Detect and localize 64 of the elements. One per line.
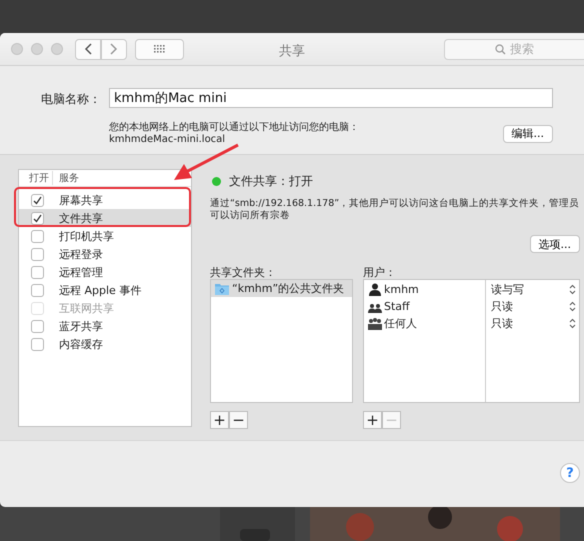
service-label: 打印机共享 bbox=[59, 228, 114, 244]
local-address: kmhmdeMac-mini.local bbox=[109, 134, 226, 146]
checkbox[interactable] bbox=[31, 230, 44, 242]
edit-button[interactable]: 编辑... bbox=[502, 124, 553, 142]
options-button[interactable]: 选项... bbox=[530, 235, 580, 253]
permission-select[interactable]: 读与写 bbox=[486, 281, 579, 298]
folder-name: “kmhm”的公共文件夹 bbox=[232, 281, 344, 296]
service-label: 屏幕共享 bbox=[59, 192, 103, 208]
search-icon bbox=[495, 44, 506, 54]
service-label: 远程管理 bbox=[59, 264, 103, 280]
address-hint: 您的本地网络上的电脑可以通过以下地址访问您的电脑： bbox=[109, 122, 359, 134]
close-button[interactable] bbox=[11, 43, 23, 55]
chevron-right-icon bbox=[110, 43, 118, 55]
checkbox[interactable] bbox=[31, 284, 44, 296]
service-label: 内容缓存 bbox=[59, 336, 103, 352]
permission-select[interactable]: 只读 bbox=[486, 298, 579, 315]
service-label: 文件共享 bbox=[59, 210, 103, 226]
checkbox[interactable] bbox=[31, 266, 44, 278]
column-header: 服务 bbox=[58, 172, 80, 185]
permission-select[interactable]: 只读 bbox=[486, 315, 579, 332]
service-row[interactable]: 远程管理 bbox=[19, 263, 191, 281]
add-button[interactable]: + bbox=[210, 411, 229, 429]
column-header: 打开 bbox=[19, 171, 53, 185]
minimize-button[interactable] bbox=[31, 43, 43, 55]
add-button[interactable]: + bbox=[363, 411, 382, 429]
service-row[interactable]: 远程登录 bbox=[19, 245, 191, 263]
checkbox[interactable] bbox=[31, 338, 44, 350]
show-all-button[interactable] bbox=[135, 38, 184, 60]
user-name: kmhm bbox=[384, 283, 419, 296]
remove-button[interactable]: − bbox=[229, 411, 248, 429]
group-icon bbox=[368, 317, 382, 330]
window-title: 共享 bbox=[278, 43, 306, 60]
service-row[interactable]: 蓝牙共享 bbox=[19, 317, 191, 335]
checkbox[interactable] bbox=[31, 248, 44, 260]
status-text: 文件共享：打开 bbox=[229, 173, 313, 190]
computer-name-field[interactable]: kmhm的Mac mini bbox=[109, 88, 553, 108]
computer-name-label: 电脑名称： bbox=[40, 91, 101, 108]
checkbox[interactable] bbox=[31, 212, 44, 224]
user-name: Staff bbox=[384, 300, 410, 313]
back-button[interactable] bbox=[75, 38, 101, 60]
checkbox[interactable] bbox=[31, 194, 44, 206]
service-row[interactable]: 内容缓存 bbox=[19, 335, 191, 353]
user-name: 任何人 bbox=[384, 316, 417, 331]
service-row[interactable]: 屏幕共享 bbox=[19, 191, 191, 209]
zoom-button[interactable] bbox=[51, 43, 63, 55]
service-label: 远程 Apple 事件 bbox=[59, 282, 142, 298]
help-button[interactable]: ? bbox=[560, 463, 580, 483]
person-icon bbox=[368, 283, 382, 296]
service-row[interactable]: 打印机共享 bbox=[19, 227, 191, 245]
folder-row[interactable]: “kmhm”的公共文件夹 bbox=[211, 280, 352, 297]
updown-icon bbox=[569, 284, 576, 295]
users-label: 用户： bbox=[363, 265, 397, 279]
chevron-left-icon bbox=[84, 43, 92, 55]
updown-icon bbox=[569, 301, 576, 312]
updown-icon bbox=[569, 318, 576, 329]
folder-icon bbox=[215, 282, 229, 294]
description-text: 通过“smb://192.168.1.178”，其他用户可以访问这台电脑上的共享文件夹，管理员可以访问所有宗卷 bbox=[210, 198, 580, 222]
service-label: 远程登录 bbox=[59, 246, 103, 262]
service-label: 蓝牙共享 bbox=[59, 318, 103, 334]
checkbox[interactable] bbox=[31, 320, 44, 332]
service-label: 互联网共享 bbox=[59, 300, 114, 316]
shared-folders-label: 共享文件夹： bbox=[210, 265, 277, 279]
grid-icon bbox=[154, 45, 166, 53]
service-row[interactable]: 远程 Apple 事件 bbox=[19, 281, 191, 299]
